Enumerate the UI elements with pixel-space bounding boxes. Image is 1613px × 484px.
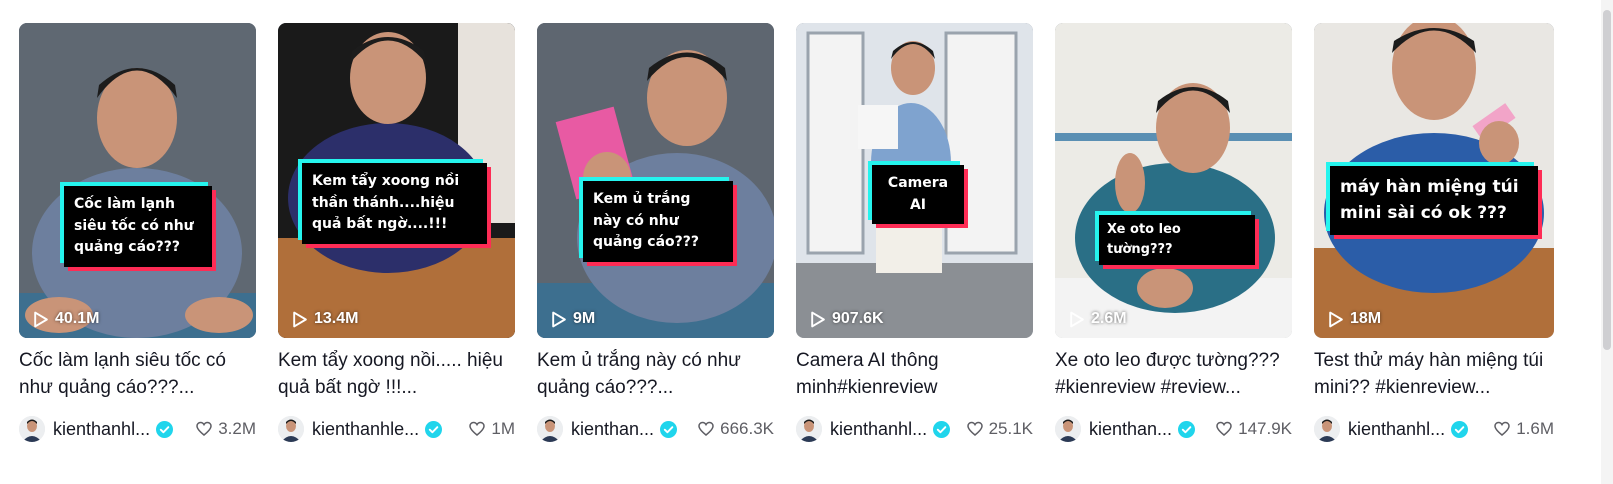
- video-thumbnail[interactable]: Kem tẩy xoong nồi thần thánh....hiệu quả…: [278, 23, 515, 338]
- play-count-value: 2.6M: [1091, 310, 1127, 327]
- like-count: 1M: [461, 419, 515, 439]
- video-thumbnail[interactable]: Xe oto leo tường??? 2.6M: [1055, 23, 1292, 338]
- video-meta: kienthanhl... 25.1K: [796, 414, 1033, 444]
- video-thumbnail[interactable]: máy hàn miệng túi mini sài có ok ??? 18M: [1314, 23, 1554, 338]
- play-icon: [811, 311, 825, 327]
- avatar[interactable]: [796, 416, 822, 442]
- author-name[interactable]: kienthan...: [571, 419, 654, 440]
- avatar[interactable]: [1314, 416, 1340, 442]
- avatar[interactable]: [537, 416, 563, 442]
- play-count: 9M: [550, 310, 595, 328]
- play-count-value: 907.6K: [832, 310, 884, 327]
- like-count: 147.9K: [1208, 419, 1292, 439]
- video-thumbnail[interactable]: Kem ủ trắng này có như quảng cáo??? 9M: [537, 23, 774, 338]
- thumbnail-caption: Camera AI: [872, 165, 964, 225]
- thumbnail-caption: Cốc làm lạnh siêu tốc có như quảng cáo??…: [64, 186, 212, 268]
- video-card[interactable]: Cốc làm lạnh siêu tốc có như quảng cáo??…: [19, 23, 256, 444]
- like-count-value: 666.3K: [720, 419, 774, 438]
- play-count: 2.6M: [1068, 310, 1127, 328]
- play-icon: [1070, 311, 1084, 327]
- verified-badge-icon: [660, 420, 678, 438]
- play-count-value: 13.4M: [314, 310, 359, 327]
- video-meta: kienthanhl... 1.6M: [1314, 414, 1554, 444]
- like-count-value: 3.2M: [218, 419, 256, 438]
- play-icon: [34, 311, 48, 327]
- verified-badge-icon: [1451, 420, 1469, 438]
- heart-icon: [1494, 421, 1510, 436]
- avatar[interactable]: [19, 416, 45, 442]
- heart-icon: [1216, 421, 1232, 436]
- play-count: 40.1M: [32, 310, 99, 328]
- video-card[interactable]: Xe oto leo tường??? 2.6M Xe oto leo được…: [1055, 23, 1292, 444]
- play-icon: [552, 311, 566, 327]
- thumbnail-caption: Xe oto leo tường???: [1099, 215, 1255, 266]
- play-count: 18M: [1327, 310, 1381, 328]
- like-count: 666.3K: [690, 419, 774, 439]
- thumbnail-caption: máy hàn miệng túi mini sài có ok ???: [1330, 166, 1538, 235]
- verified-badge-icon: [156, 420, 174, 438]
- video-card[interactable]: Camera AI 907.6K Camera AI thông minh#ki…: [796, 23, 1033, 444]
- video-meta: kienthan... 147.9K: [1055, 414, 1292, 444]
- like-count-value: 25.1K: [988, 419, 1033, 438]
- like-count: 1.6M: [1486, 419, 1554, 439]
- like-count: 25.1K: [959, 419, 1033, 439]
- like-count-value: 1M: [491, 419, 515, 438]
- thumbnail-image: [1055, 23, 1292, 338]
- like-count: 3.2M: [188, 419, 256, 439]
- author-name[interactable]: kienthanhle...: [312, 419, 419, 440]
- like-count-value: 147.9K: [1238, 419, 1292, 438]
- heart-icon: [966, 421, 983, 436]
- video-title[interactable]: Kem ủ trắng này có như quảng cáo???...: [537, 347, 774, 401]
- play-count: 907.6K: [809, 310, 884, 328]
- thumbnail-caption: Kem ủ trắng này có như quảng cáo???: [583, 181, 733, 263]
- avatar[interactable]: [278, 416, 304, 442]
- thumbnail-image: [19, 23, 256, 338]
- video-thumbnail[interactable]: Camera AI 907.6K: [796, 23, 1033, 338]
- video-grid: Cốc làm lạnh siêu tốc có như quảng cáo??…: [19, 23, 1554, 444]
- video-card[interactable]: Kem tẩy xoong nồi thần thánh....hiệu quả…: [278, 23, 515, 444]
- author-name[interactable]: kienthanhl...: [830, 419, 927, 440]
- play-icon: [1329, 311, 1343, 327]
- author-name[interactable]: kienthan...: [1089, 419, 1172, 440]
- scrollbar-thumb[interactable]: [1603, 10, 1611, 350]
- video-card[interactable]: máy hàn miệng túi mini sài có ok ??? 18M…: [1314, 23, 1554, 444]
- thumbnail-caption: Kem tẩy xoong nồi thần thánh....hiệu quả…: [302, 163, 487, 245]
- vertical-scrollbar[interactable]: [1601, 0, 1613, 484]
- video-meta: kienthan... 666.3K: [537, 414, 774, 444]
- author-name[interactable]: kienthanhl...: [53, 419, 150, 440]
- play-count-value: 40.1M: [55, 310, 100, 327]
- heart-icon: [469, 421, 486, 436]
- video-meta: kienthanhl... 3.2M: [19, 414, 256, 444]
- verified-badge-icon: [933, 420, 951, 438]
- video-title[interactable]: Xe oto leo được tường??? #kienreview #re…: [1055, 347, 1292, 401]
- video-title[interactable]: Kem tẩy xoong nồi..... hiệu quả bất ngờ …: [278, 347, 515, 401]
- play-icon: [293, 311, 307, 327]
- avatar[interactable]: [1055, 416, 1081, 442]
- play-count-value: 9M: [573, 310, 596, 327]
- video-card[interactable]: Kem ủ trắng này có như quảng cáo??? 9M K…: [537, 23, 774, 444]
- video-title[interactable]: Test thử máy hàn miệng túi mini?? #kienr…: [1314, 347, 1554, 401]
- video-thumbnail[interactable]: Cốc làm lạnh siêu tốc có như quảng cáo??…: [19, 23, 256, 338]
- video-title[interactable]: Cốc làm lạnh siêu tốc có như quảng cáo??…: [19, 347, 256, 401]
- heart-icon: [698, 421, 714, 436]
- author-name[interactable]: kienthanhl...: [1348, 419, 1445, 440]
- video-title[interactable]: Camera AI thông minh#kienreview: [796, 347, 1033, 401]
- like-count-value: 1.6M: [1516, 419, 1554, 438]
- play-count: 13.4M: [291, 310, 358, 328]
- verified-badge-icon: [1178, 420, 1196, 438]
- verified-badge-icon: [425, 420, 443, 438]
- play-count-value: 18M: [1350, 310, 1382, 327]
- heart-icon: [196, 421, 212, 436]
- video-meta: kienthanhle... 1M: [278, 414, 515, 444]
